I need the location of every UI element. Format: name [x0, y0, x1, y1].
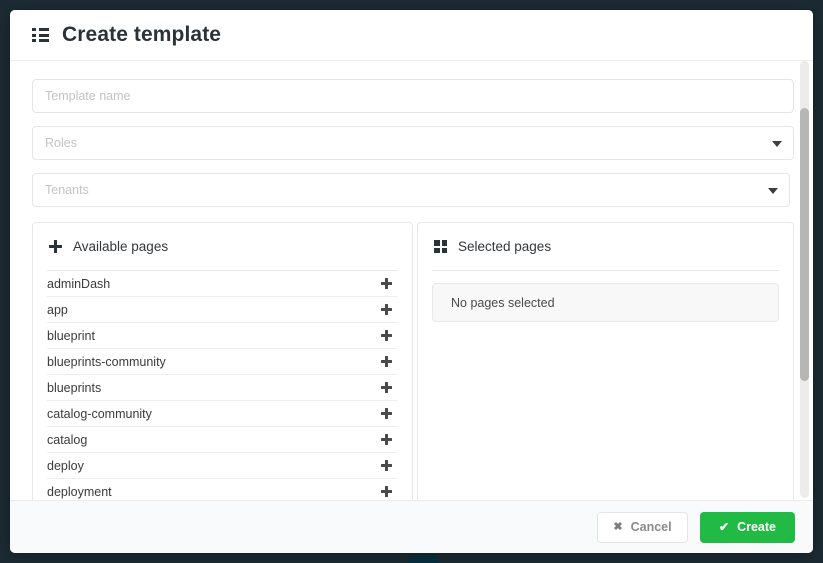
list-item[interactable]: blueprints: [47, 375, 398, 401]
tenants-dropdown[interactable]: Tenants: [32, 173, 790, 207]
page-title: Create template: [32, 23, 221, 47]
available-pages-panel: Available pages adminDash app blueprint …: [32, 222, 413, 500]
list-item[interactable]: deployment: [47, 479, 398, 500]
add-page-icon[interactable]: [381, 278, 392, 289]
list-item[interactable]: app: [47, 297, 398, 323]
check-icon: ✔: [719, 520, 730, 534]
available-pages-title: Available pages: [73, 239, 169, 254]
page-name: blueprint: [47, 328, 95, 343]
modal-body: Roles Tenants Available pages: [10, 61, 813, 500]
selected-pages-divider: [432, 270, 779, 271]
list-icon: [32, 28, 49, 42]
selected-pages-panel: Selected pages No pages selected: [417, 222, 794, 500]
list-item[interactable]: blueprints-community: [47, 349, 398, 375]
plus-icon: [49, 240, 62, 253]
available-pages-header: Available pages: [33, 223, 412, 270]
page-name: app: [47, 302, 68, 317]
add-page-icon[interactable]: [381, 408, 392, 419]
selected-pages-title: Selected pages: [458, 239, 552, 254]
list-item[interactable]: catalog-community: [47, 401, 398, 427]
background-chip: [408, 555, 438, 563]
page-name: blueprints: [47, 380, 102, 395]
roles-dropdown-value: Roles: [45, 136, 77, 150]
create-button-label: Create: [737, 520, 776, 534]
page-name: catalog: [47, 432, 88, 447]
add-page-icon[interactable]: [381, 434, 392, 445]
modal-footer: ✖ Cancel ✔ Create: [10, 500, 813, 553]
chevron-down-icon: [772, 141, 782, 147]
list-item[interactable]: deploy: [47, 453, 398, 479]
page-name: deploy: [47, 458, 84, 473]
add-page-icon[interactable]: [381, 356, 392, 367]
tenants-dropdown-value: Tenants: [45, 183, 89, 197]
pages-panels: Available pages adminDash app blueprint …: [32, 222, 794, 500]
create-template-modal: Create template Roles Tenants: [10, 10, 813, 553]
list-item[interactable]: adminDash: [47, 271, 398, 297]
add-page-icon[interactable]: [381, 486, 392, 497]
add-page-icon[interactable]: [381, 460, 392, 471]
modal-title-text: Create template: [62, 23, 222, 46]
page-name: adminDash: [47, 276, 111, 291]
page-name: catalog-community: [47, 406, 152, 421]
selected-pages-header: Selected pages: [418, 223, 793, 270]
add-page-icon[interactable]: [381, 304, 392, 315]
list-item[interactable]: catalog: [47, 427, 398, 453]
close-icon: ✖: [613, 520, 623, 533]
create-button[interactable]: ✔ Create: [700, 511, 795, 543]
selected-pages-empty-state: No pages selected: [432, 283, 779, 322]
chevron-down-icon: [768, 188, 778, 194]
list-item[interactable]: blueprint: [47, 323, 398, 349]
template-name-input[interactable]: [32, 79, 794, 113]
body-scrollbar-thumb[interactable]: [800, 108, 809, 381]
empty-state-text: No pages selected: [451, 295, 555, 310]
roles-dropdown[interactable]: Roles: [32, 126, 794, 160]
grid-icon: [434, 240, 447, 253]
page-name: deployment: [47, 484, 112, 499]
add-page-icon[interactable]: [381, 382, 392, 393]
cancel-button[interactable]: ✖ Cancel: [597, 511, 688, 543]
available-pages-list: adminDash app blueprint blueprints-commu…: [33, 271, 412, 500]
add-page-icon[interactable]: [381, 330, 392, 341]
cancel-button-label: Cancel: [630, 520, 672, 534]
page-name: blueprints-community: [47, 354, 166, 369]
modal-header: Create template: [10, 10, 813, 61]
